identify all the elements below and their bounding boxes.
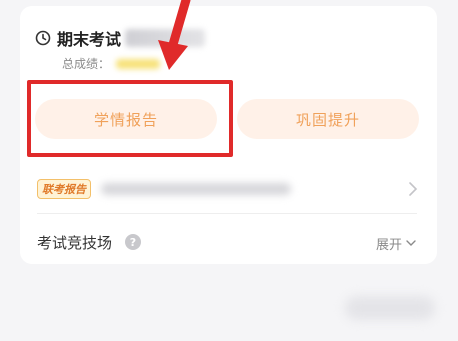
question-circle-icon[interactable]: ? [125,234,141,250]
arrow-down-icon [150,0,200,76]
highlight-box [27,80,233,157]
arena-label: 考试竞技场 [37,234,113,252]
chevron-right-icon [408,181,418,201]
expand-label: 展开 [376,238,403,253]
joint-exam-text-redacted [101,183,291,195]
bottom-redacted [345,296,435,320]
joint-exam-badge: 联考报告 [37,179,91,199]
chevron-down-icon [406,236,416,251]
score-row: 总成绩： [62,55,161,72]
boost-button[interactable]: 巩固提升 [237,99,419,139]
score-label: 总成绩： [62,57,111,71]
clock-icon [35,30,51,46]
expand-toggle[interactable]: 展开 [376,234,416,253]
joint-exam-row[interactable]: 联考报告 [37,178,422,200]
exam-title: 期末考试 [57,30,122,49]
divider [37,213,417,214]
